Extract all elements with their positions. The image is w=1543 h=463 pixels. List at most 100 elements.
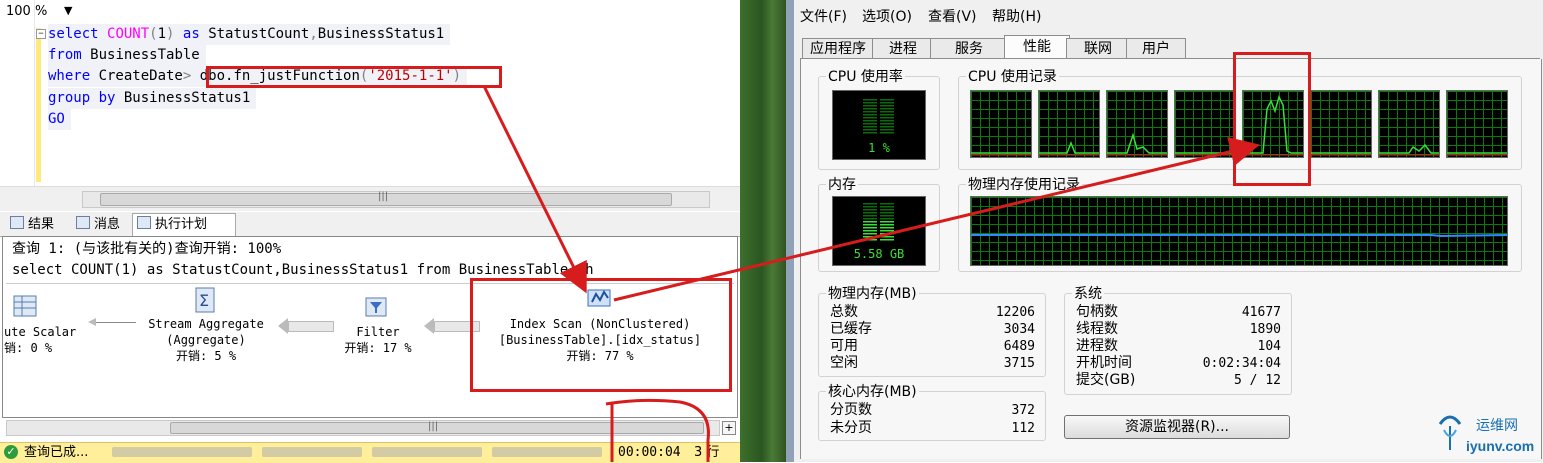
code-line[interactable]: group by BusinessStatus1 (48, 88, 257, 109)
stat-label: 分页数 (830, 402, 872, 418)
code-token: , (309, 26, 318, 42)
plan-icon (137, 216, 151, 229)
code-token: group by (48, 90, 124, 106)
stream-aggregate-cost: 开销: 5 % (175, 349, 237, 363)
stat-label: 空闲 (830, 355, 858, 371)
change-indicator-bar (36, 28, 41, 182)
scroll-grip-icon: ||| (378, 191, 389, 202)
tab-5[interactable]: 用户 (1126, 38, 1186, 59)
stat-value: 104 (1257, 339, 1281, 354)
collapse-region-icon[interactable]: − (36, 29, 46, 39)
code-token: BusinessStatus1 (317, 26, 445, 42)
annotation-box-cpu-spike (1233, 52, 1311, 186)
menu-options[interactable]: 选项(O) (862, 8, 912, 26)
stat-label: 线程数 (1076, 321, 1118, 337)
tab-execution-plan[interactable]: 执行计划 (132, 213, 236, 237)
code-token: select (48, 26, 108, 42)
zoom-dropdown-icon[interactable]: ▼ (64, 4, 72, 17)
tab-1[interactable]: 进程 (872, 38, 934, 59)
compute-scalar-label: ute Scalar 销: 0 % (4, 324, 76, 356)
success-check-icon: ✓ (4, 445, 18, 459)
stat-label: 进程数 (1076, 338, 1118, 354)
status-message: 查询已成... (24, 445, 89, 460)
stat-value: 372 (1011, 403, 1035, 418)
code-token: ( (149, 26, 158, 42)
plan-scroll-grip-icon: ||| (428, 421, 439, 432)
code-token: 1 (157, 26, 167, 42)
tab-messages-label: 消息 (94, 217, 121, 232)
code-token: StatustCount (208, 26, 310, 42)
redacted-connection (492, 447, 602, 457)
code-token: CreateDate (98, 68, 183, 84)
tab-2[interactable]: 服务 (930, 38, 1008, 59)
code-token: as (174, 26, 209, 42)
tab-execution-plan-label: 执行计划 (155, 217, 208, 232)
memory-value: 5.58 GB (853, 247, 905, 261)
flow-arrow-head-3 (424, 318, 434, 334)
code-line[interactable]: select COUNT(1) as StatustCount,Business… (48, 24, 451, 45)
flow-arrow-head-1 (88, 318, 96, 326)
stream-aggregate-label: Stream Aggregate (Aggregate) 开销: 5 % (136, 316, 276, 364)
stat-value: 112 (1011, 421, 1035, 436)
code-token: GO (48, 111, 65, 127)
plan-query-header: 查询 1: (与该批有关的)查询开销: 100% (12, 241, 282, 257)
menu-help[interactable]: 帮助(H) (992, 8, 1041, 26)
memory-history-graph (970, 196, 1508, 266)
memory-title: 内存 (826, 177, 858, 193)
flow-arrow-2 (288, 321, 334, 332)
tab-3[interactable]: 性能 (1004, 35, 1070, 60)
editor-gutter (0, 0, 35, 186)
stat-label: 总数 (830, 304, 858, 320)
cpu-usage-value: 1 % (868, 141, 890, 155)
stat-label: 未分页 (830, 420, 872, 436)
cpu-core-graph (1174, 90, 1236, 158)
watermark-logo-icon (1438, 415, 1462, 450)
svg-text:Σ: Σ (199, 291, 209, 310)
annotation-box-index-scan (470, 278, 732, 392)
message-icon (76, 216, 90, 229)
menu-view[interactable]: 查看(V) (928, 8, 977, 26)
kernel-memory-title: 核心内存(MB) (826, 384, 919, 400)
cpu-core-graph (1106, 90, 1168, 158)
physical-memory-title: 物理内存(MB) (826, 286, 919, 302)
filter-icon[interactable] (364, 296, 390, 320)
code-token: where (48, 68, 99, 84)
row-count: 3 行 (694, 445, 720, 460)
stream-aggregate-physical: (Aggregate) (166, 333, 246, 347)
cpu-usage-gauge: 1 % (832, 90, 926, 160)
stat-value: 12206 (995, 305, 1035, 320)
flow-arrow-1 (96, 322, 136, 323)
cpu-core-graph (1378, 90, 1440, 158)
code-line[interactable]: from BusinessTable (48, 45, 206, 66)
stat-label: 提交(GB) (1076, 372, 1136, 388)
tab-0[interactable]: 应用程序 (802, 38, 874, 59)
stream-aggregate-icon[interactable]: Σ (192, 286, 220, 316)
watermark-name: 运维网 (1476, 418, 1518, 434)
resource-monitor-button[interactable]: 资源监视器(R)... (1064, 415, 1290, 439)
memory-gauge: 5.58 GB (832, 196, 926, 266)
stat-label: 句柄数 (1076, 304, 1118, 320)
menu-file[interactable]: 文件(F) (800, 8, 847, 26)
compute-scalar-name: ute Scalar (4, 325, 77, 339)
compute-scalar-cost: 销: 0 % (4, 341, 53, 355)
stat-value: 1890 (1249, 322, 1281, 337)
memory-history-title: 物理内存使用记录 (966, 177, 1082, 193)
redacted-database (372, 447, 482, 457)
code-line[interactable]: GO (48, 109, 71, 130)
tab-messages[interactable]: 消息 (72, 214, 126, 235)
elapsed-time: 00:00:04 (618, 445, 681, 460)
tab-results[interactable]: 结果 (6, 214, 60, 235)
cpu-usage-title: CPU 使用率 (826, 69, 905, 85)
zoom-level[interactable]: 100 % (6, 4, 47, 19)
code-token: BusinessStatus1 (123, 90, 251, 106)
window-border (786, 0, 794, 462)
tab-4[interactable]: 联网 (1066, 38, 1130, 59)
stat-label: 已缓存 (830, 321, 872, 337)
tab-results-label: 结果 (28, 217, 55, 232)
plan-zoom-plus-icon[interactable]: + (722, 421, 736, 435)
stat-label: 可用 (830, 338, 858, 354)
stat-label: 开机时间 (1076, 355, 1132, 371)
code-token: > (182, 68, 200, 84)
code-token: COUNT (107, 26, 150, 42)
compute-scalar-icon[interactable] (12, 294, 40, 320)
